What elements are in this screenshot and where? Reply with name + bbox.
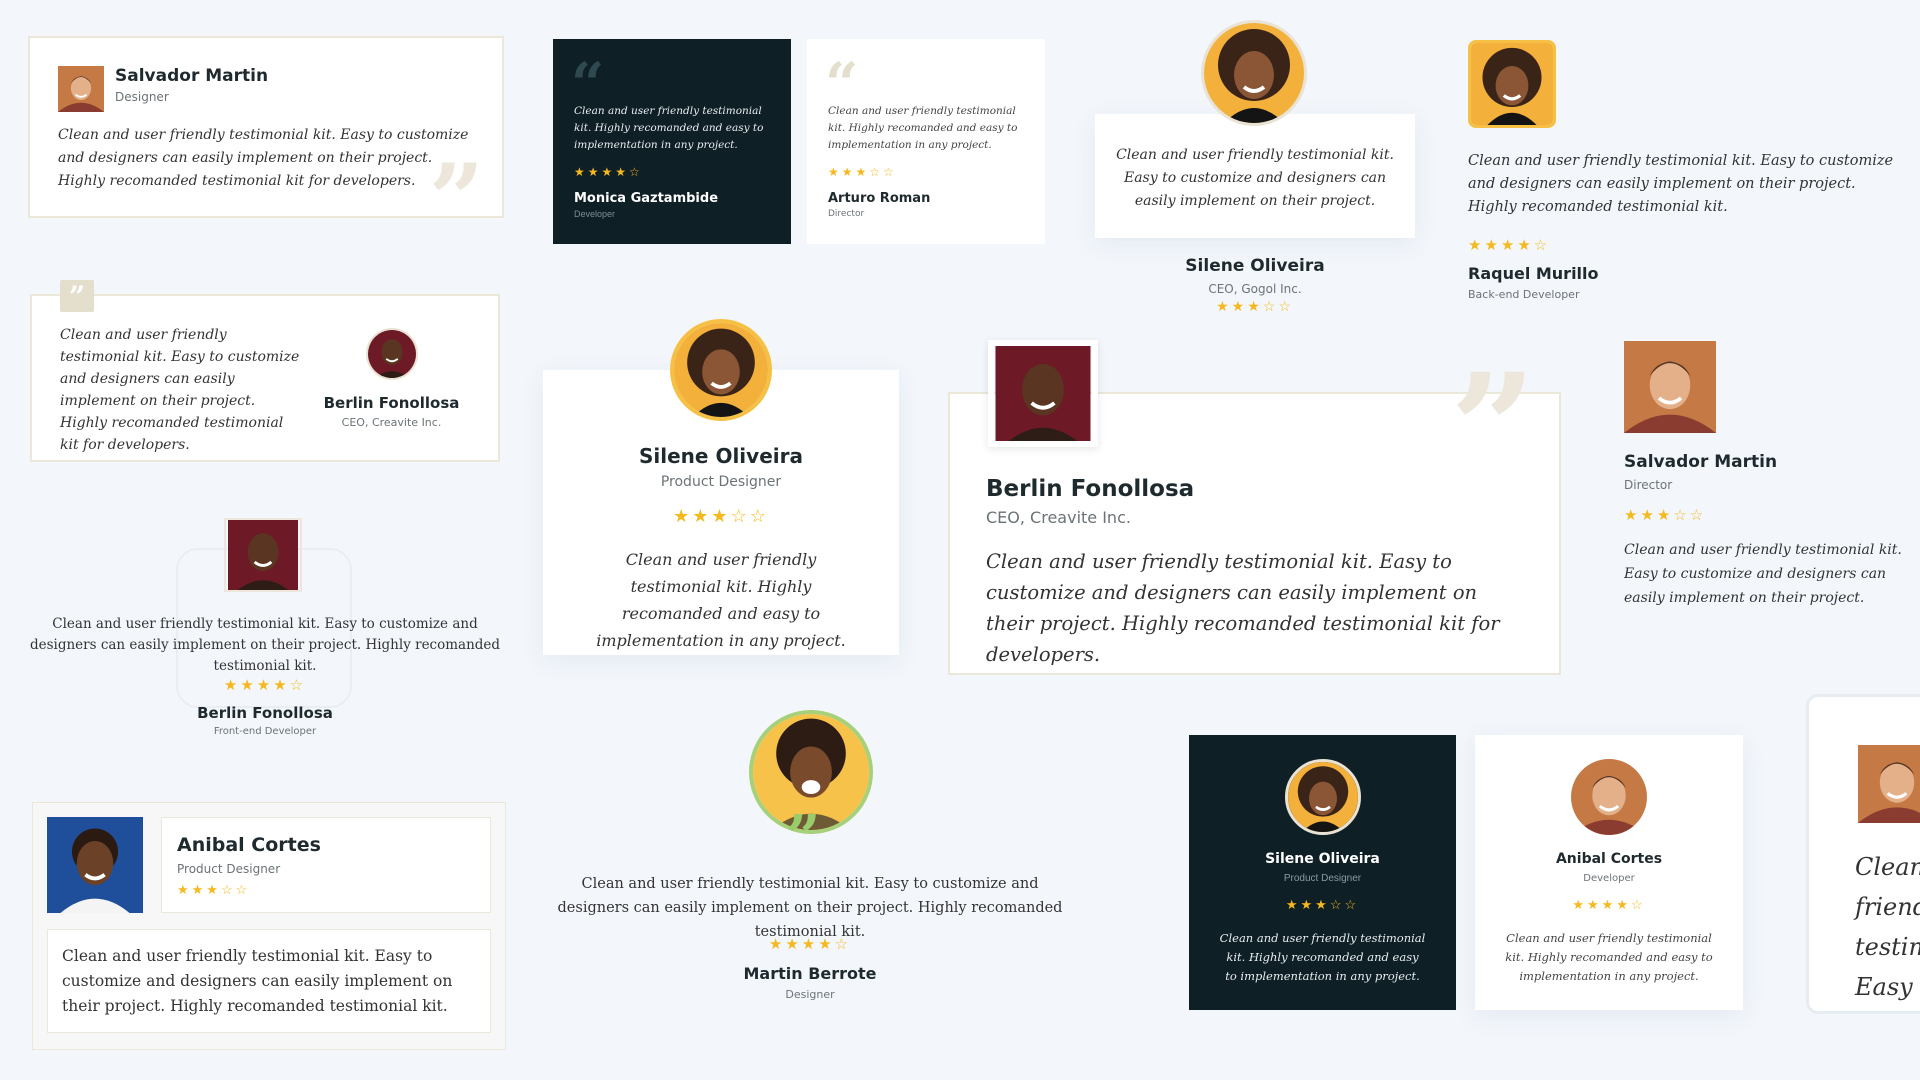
rating-stars: ★★★☆☆	[673, 506, 769, 526]
avatar	[1857, 745, 1920, 823]
rating-stars: ★★★★☆	[1468, 237, 1551, 254]
avatar	[1571, 759, 1647, 835]
testimonial-card-anibal-developer: Anibal Cortes Developer ★★★★☆ Clean and …	[1475, 735, 1743, 1010]
person-name: Berlin Fonollosa	[197, 704, 333, 722]
quote-icon: ”	[786, 803, 821, 873]
testimonial-text: Clean and user friendly testimonial kit.…	[1468, 153, 1894, 215]
rating-stars: ★★★☆☆	[1285, 897, 1360, 912]
quote-icon: ”	[428, 143, 484, 256]
testimonial-text: Clean and user friendly testimonial kit.…	[29, 616, 501, 674]
rating-stars: ★★★★☆	[223, 677, 307, 694]
person-name: Anibal Cortes	[177, 834, 321, 856]
rating-stars: ★★★★☆	[1572, 897, 1646, 912]
person-name: Salvador Martin	[115, 66, 269, 86]
person-role: Front-end Developer	[213, 726, 317, 737]
testimonial-card-salvador-designer: Salvador Martin Designer Clean and user …	[28, 36, 504, 248]
person-name: Monica Gaztambide	[574, 191, 719, 206]
testimonial-text: Clean and user friendly testimonial kit.…	[596, 550, 846, 650]
text-box: Clean and user friendly testimonial kit.…	[47, 929, 491, 1033]
person-role: Product Designer	[1283, 873, 1362, 884]
person-name: Silene Oliveira	[1185, 256, 1325, 276]
person-name: Martin Berrote	[743, 964, 877, 983]
person-role: Developer	[1583, 873, 1635, 884]
rating-stars: ★★★☆☆	[1216, 298, 1294, 314]
testimonial-card-arturo: “ Clean and user friendly testimonial ki…	[807, 39, 1045, 244]
rating-stars: ★★★★☆	[574, 165, 643, 179]
person-name: Raquel Murillo	[1468, 264, 1599, 283]
person-role: Director	[828, 209, 865, 219]
person-role: Product Designer	[177, 862, 281, 876]
avatar	[366, 328, 418, 380]
testimonial-text: Clean and user friendly testimonial kit.…	[574, 105, 764, 151]
testimonial-card-monica: “ Clean and user friendly testimonial ki…	[553, 39, 791, 244]
quote-icon: ”	[60, 280, 94, 313]
testimonial-text: Clean and user friendly testimonial kit.…	[58, 127, 469, 189]
testimonial-card-berlin-small: Clean and user friendly testimonial kit.…	[30, 294, 500, 462]
testimonial-text: Clean and user friendly testimonial kit.…	[1219, 931, 1426, 983]
person-name: Berlin Fonollosa	[986, 476, 1195, 502]
person-name: Anibal Cortes	[1555, 851, 1663, 867]
testimonial-text: Clean and user friendly testimonial kit.…	[828, 105, 1018, 151]
person-name: Salvador Martin	[1624, 452, 1778, 472]
testimonial-text: Clean and user friendly testimonial kit.…	[557, 876, 1063, 940]
testimonial-card-silene-dark: Silene Oliveira Product Designer ★★★☆☆ C…	[1189, 735, 1456, 1010]
person-role: CEO, Gogol Inc.	[1208, 282, 1302, 296]
person-name: Silene Oliveira	[1265, 851, 1380, 867]
avatar	[1201, 20, 1307, 126]
avatar	[224, 518, 302, 592]
avatar	[58, 66, 104, 112]
avatar	[1468, 40, 1556, 128]
avatar	[1285, 759, 1361, 835]
person-role: Director	[1624, 478, 1673, 492]
rating-stars: ★★★☆☆	[1624, 507, 1707, 524]
rating-stars: ★★★☆☆	[177, 882, 251, 897]
rating-stars: ★★★☆☆	[828, 165, 897, 179]
testimonial-text: Clean and user friendly testimonial kit.…	[1624, 542, 1902, 606]
avatar	[988, 340, 1098, 447]
rating-stars: ★★★★☆	[768, 936, 852, 953]
person-name: Arturo Roman	[828, 191, 931, 206]
testimonial-text: Clean and user friendly testimonial kit.…	[1505, 931, 1713, 983]
person-role: Designer	[785, 988, 835, 1001]
person-name: Berlin Fonollosa	[323, 394, 460, 412]
person-role: CEO, Creavite Inc.	[341, 416, 442, 429]
testimonial-text: Clean and user friendly testimonial kit.…	[986, 550, 1500, 666]
person-role: Product Designer	[660, 474, 782, 490]
person-role: CEO, Creavite Inc.	[986, 508, 1131, 527]
testimonial-text: Clean and user friendly testimonial kit.…	[60, 327, 300, 453]
profile-box: Anibal Cortes Product Designer ★★★☆☆	[161, 817, 491, 913]
person-role: Designer	[115, 90, 169, 104]
testimonial-text: Clean and user friendly testimonial kit.…	[1116, 147, 1394, 209]
person-role: Developer	[574, 209, 616, 219]
avatar	[47, 817, 143, 913]
testimonial-card-silene-ceo: Clean and user friendly testimonial kit.…	[1095, 114, 1415, 238]
testimonial-text: Clean and user friendly testimonial kit.…	[1855, 853, 1920, 1001]
testimonial-card-partial: Clean and user friendly testimonial kit.…	[1806, 694, 1920, 1014]
testimonial-card-anibal-product: Anibal Cortes Product Designer ★★★☆☆ Cle…	[32, 802, 506, 1050]
quote-icon: ”	[1450, 341, 1537, 517]
person-role: Back-end Developer	[1468, 288, 1580, 301]
avatar	[1624, 341, 1716, 433]
avatar	[670, 319, 772, 421]
person-name: Silene Oliveira	[639, 444, 803, 468]
testimonial-text: Clean and user friendly testimonial kit.…	[62, 947, 453, 1015]
